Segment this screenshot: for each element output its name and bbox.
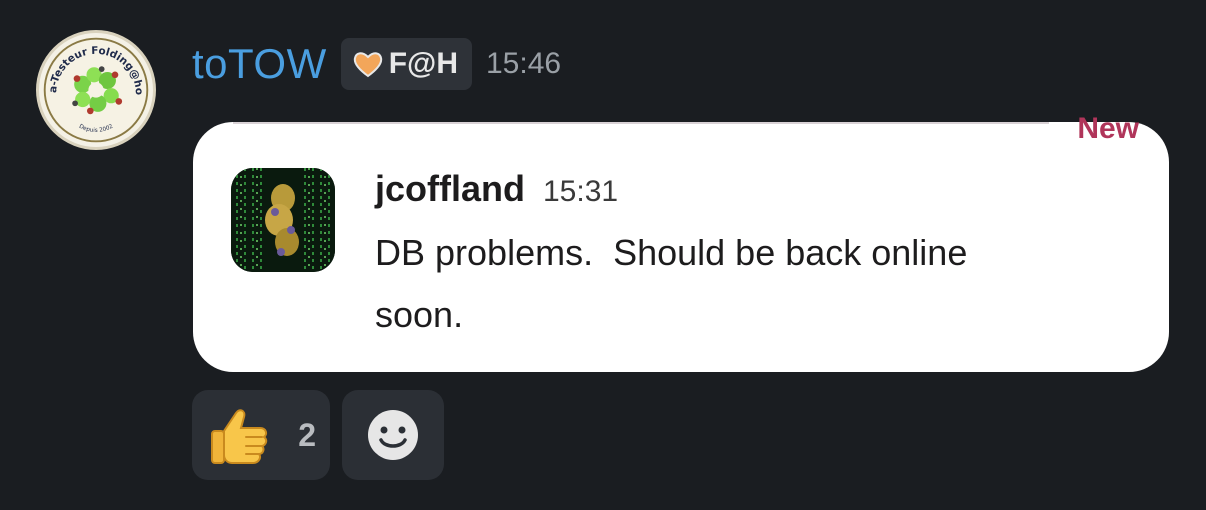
thumbs-up-icon — [211, 409, 268, 464]
message-timestamp[interactable]: 15:46 — [486, 47, 561, 81]
new-label: New — [1077, 112, 1139, 145]
author-name[interactable]: toTOW — [192, 40, 327, 88]
add-reaction-button[interactable] — [342, 390, 444, 480]
shared-message-text: DB problems. Should be back online soon. — [375, 232, 968, 335]
reactions-bar: 2 — [192, 390, 456, 480]
message-header: toTOW F@H 15:46 — [192, 36, 561, 92]
message-view: Béta-Testeur Folding@home Depuis 2002 — [0, 0, 1206, 510]
shared-timestamp[interactable]: 15:31 — [543, 175, 618, 209]
status-text: F@H — [388, 47, 458, 80]
add-reaction-icon — [368, 410, 418, 460]
reaction-count: 2 — [298, 416, 316, 453]
folding-badge-icon: Béta-Testeur Folding@home Depuis 2002 — [39, 33, 150, 144]
shared-message-header: jcoffland 15:31 — [375, 168, 618, 210]
matrix-avatar-icon — [231, 168, 335, 272]
reaction-thumbs-up[interactable]: 2 — [192, 390, 330, 480]
author-avatar[interactable]: Béta-Testeur Folding@home Depuis 2002 — [36, 30, 156, 150]
status-badge[interactable]: F@H — [340, 38, 472, 90]
shared-message-card[interactable]: New jcoffland 15:31 DB problems. Should … — [193, 114, 1169, 372]
shared-author-name[interactable]: jcoffland — [375, 168, 525, 210]
shared-author-avatar[interactable] — [231, 168, 335, 272]
new-messages-divider — [233, 122, 1049, 124]
orange-heart-icon — [353, 52, 382, 78]
